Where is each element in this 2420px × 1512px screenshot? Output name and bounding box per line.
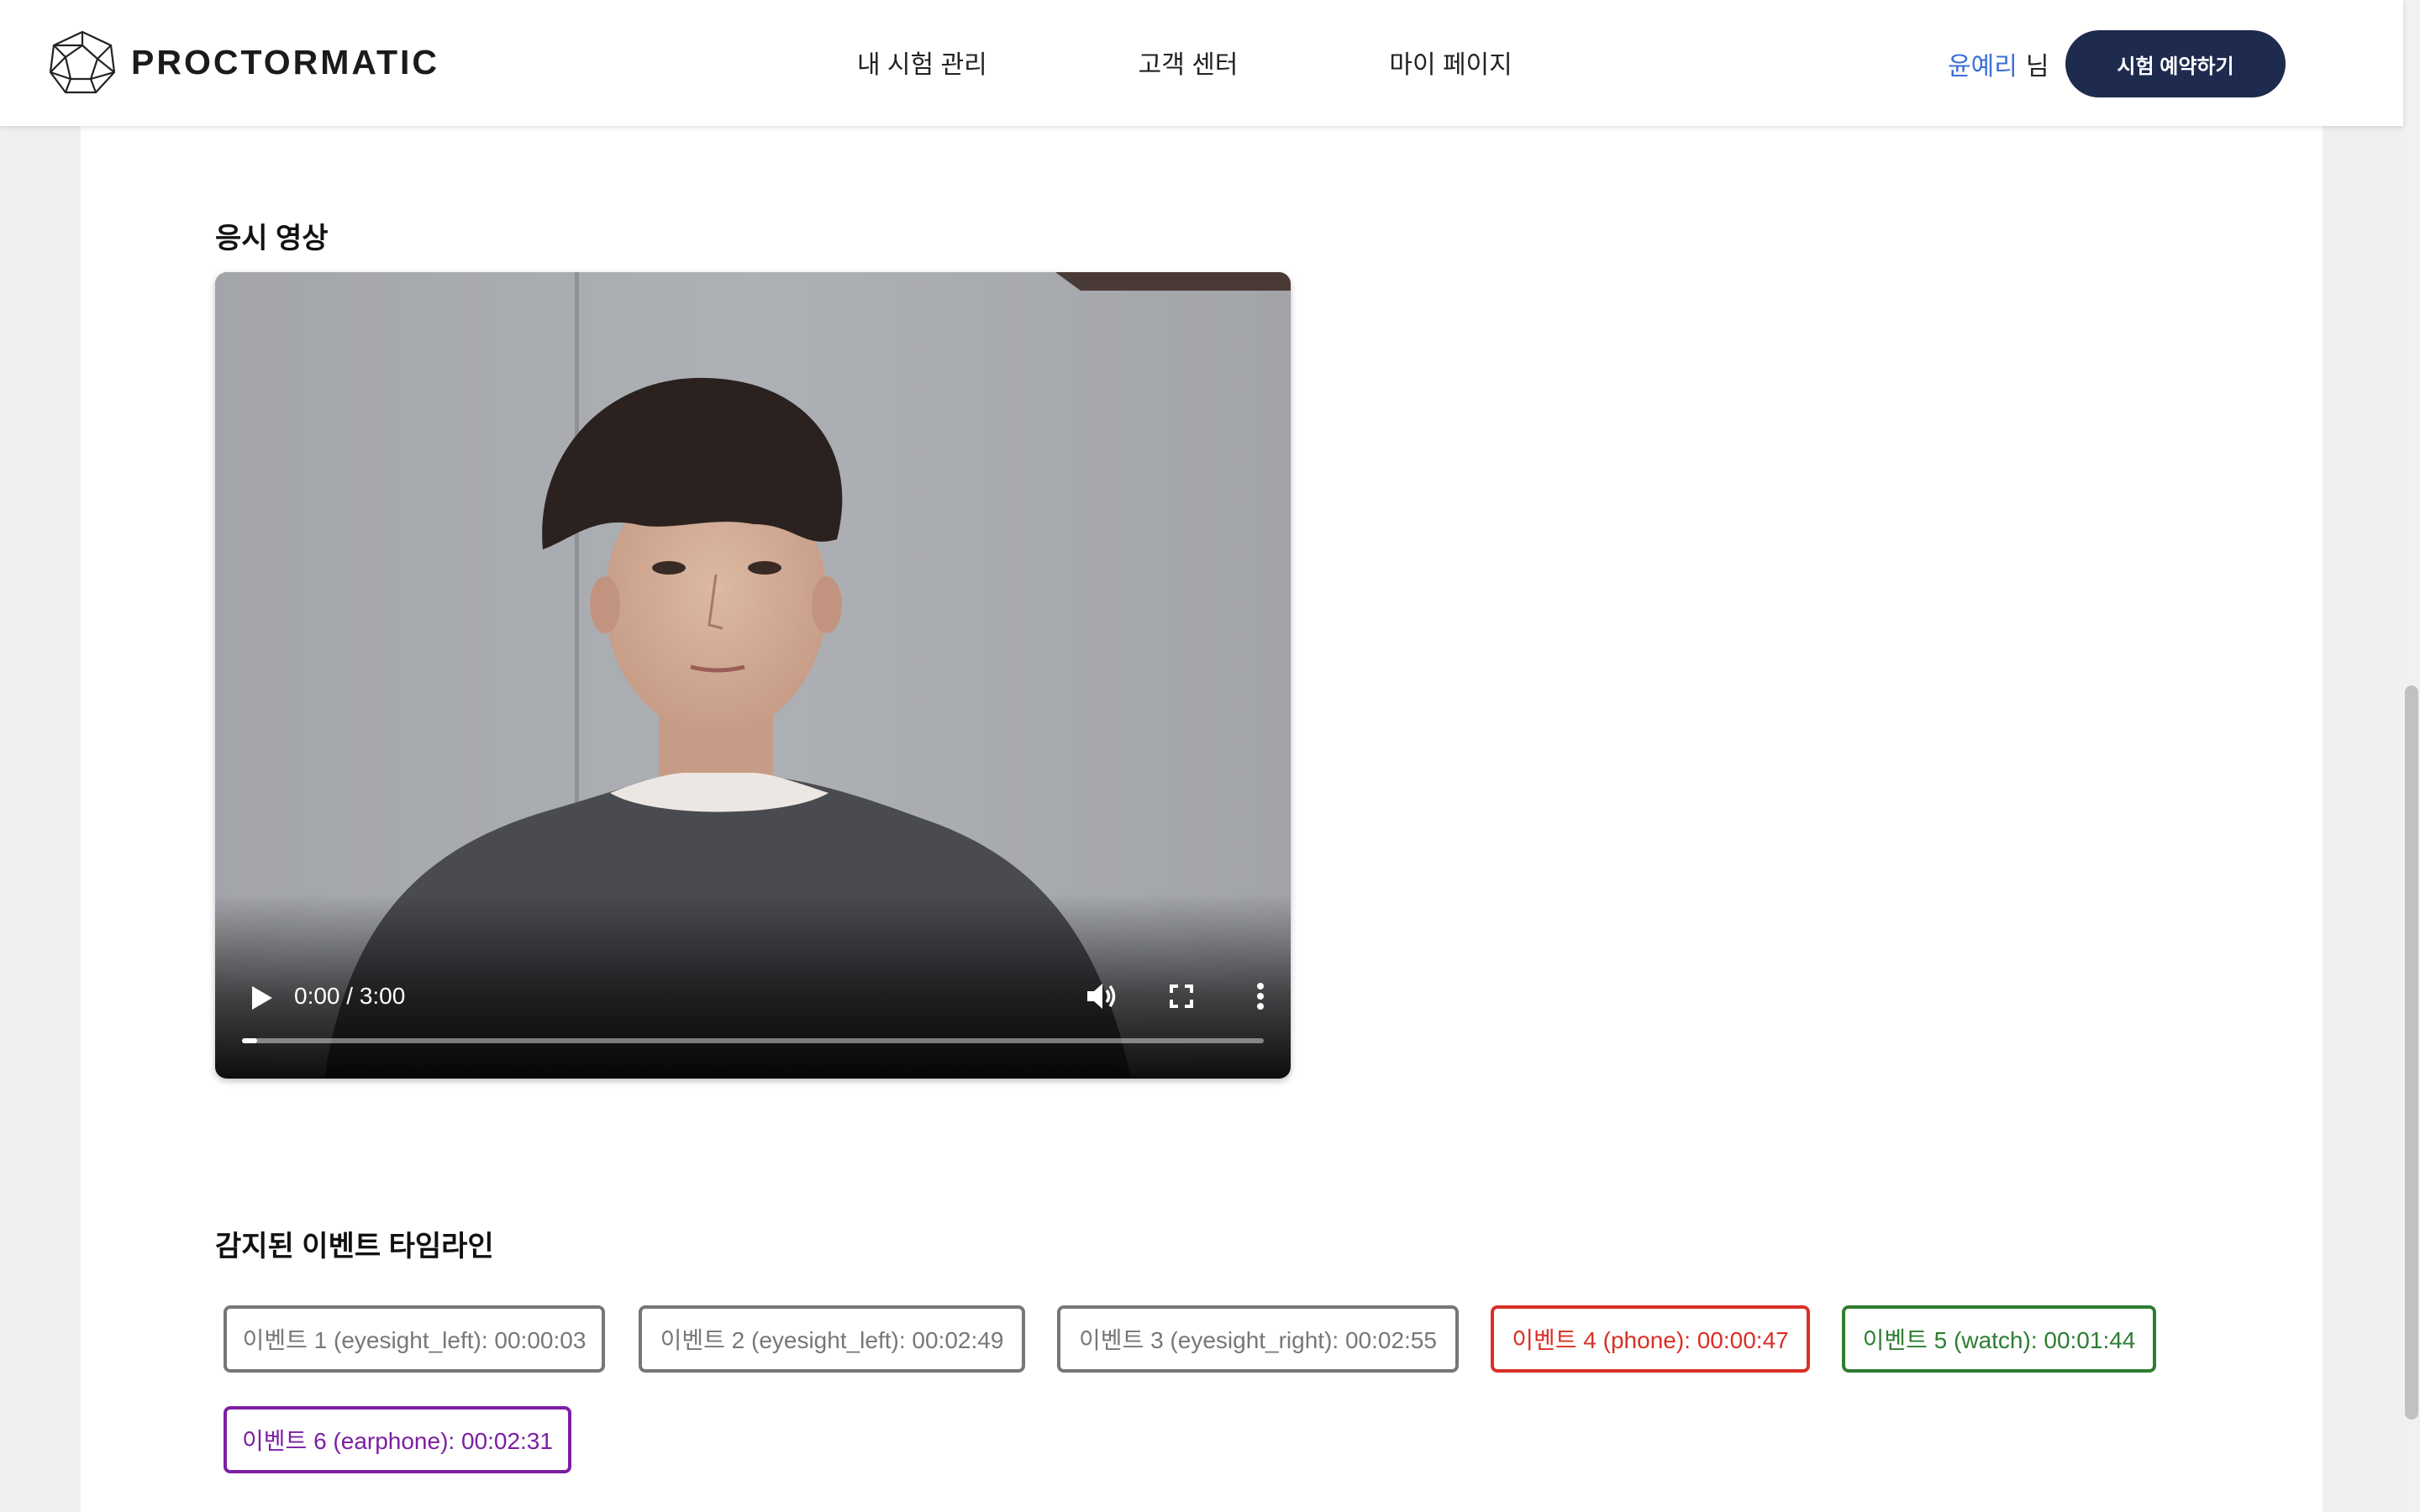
user-name[interactable]: 윤예리: [1948, 53, 2018, 81]
exam-video-player[interactable]: 0:00 / 3:00: [215, 272, 1291, 1079]
reserve-exam-button[interactable]: 시험 예약하기: [2065, 30, 2286, 97]
page-scrollbar-thumb[interactable]: [2405, 685, 2418, 1420]
play-icon[interactable]: [244, 981, 277, 1015]
logo[interactable]: PROCTORMATIC: [49, 30, 439, 94]
logo-text: PROCTORMATIC: [131, 42, 440, 81]
main-content: 응시 영상 0:00 / 3:00 감지된 이벤트 타임라인: [81, 126, 2323, 1512]
user-name-suffix: 님: [2025, 53, 2049, 81]
video-section-title: 응시 영상: [215, 223, 329, 255]
nav-item-my-exams[interactable]: 내 시험 관리: [857, 44, 987, 81]
fullscreen-icon[interactable]: [1161, 976, 1202, 1016]
polyhedron-logo-icon: [49, 30, 116, 94]
video-time: 0:00 / 3:00: [294, 983, 406, 1009]
event-chip-5[interactable]: 이벤트 5 (watch): 00:01:44: [1842, 1305, 2156, 1373]
events-section-title: 감지된 이벤트 타임라인: [215, 1231, 494, 1263]
event-chip-3[interactable]: 이벤트 3 (eyesight_right): 00:02:55: [1057, 1305, 1459, 1373]
user-greeting: 윤예리 님: [1948, 45, 2049, 82]
video-progress-bar[interactable]: [242, 1038, 1264, 1043]
more-vert-icon[interactable]: [1240, 976, 1281, 1016]
video-progress-fill: [242, 1038, 258, 1043]
main-nav: 내 시험 관리 고객 센터 마이 페이지: [857, 44, 1512, 81]
event-chip-6[interactable]: 이벤트 6 (earphone): 00:02:31: [224, 1406, 571, 1473]
nav-item-customer-center[interactable]: 고객 센터: [1139, 44, 1239, 81]
event-chip-2[interactable]: 이벤트 2 (eyesight_left): 00:02:49: [639, 1305, 1025, 1373]
nav-item-my-page[interactable]: 마이 페이지: [1389, 44, 1512, 81]
top-header: PROCTORMATIC 내 시험 관리 고객 센터 마이 페이지 윤예리 님 시…: [0, 0, 2403, 126]
event-chip-4[interactable]: 이벤트 4 (phone): 00:00:47: [1491, 1305, 1810, 1373]
volume-icon[interactable]: [1081, 976, 1121, 1016]
event-chip-1[interactable]: 이벤트 1 (eyesight_left): 00:00:03: [224, 1305, 605, 1373]
